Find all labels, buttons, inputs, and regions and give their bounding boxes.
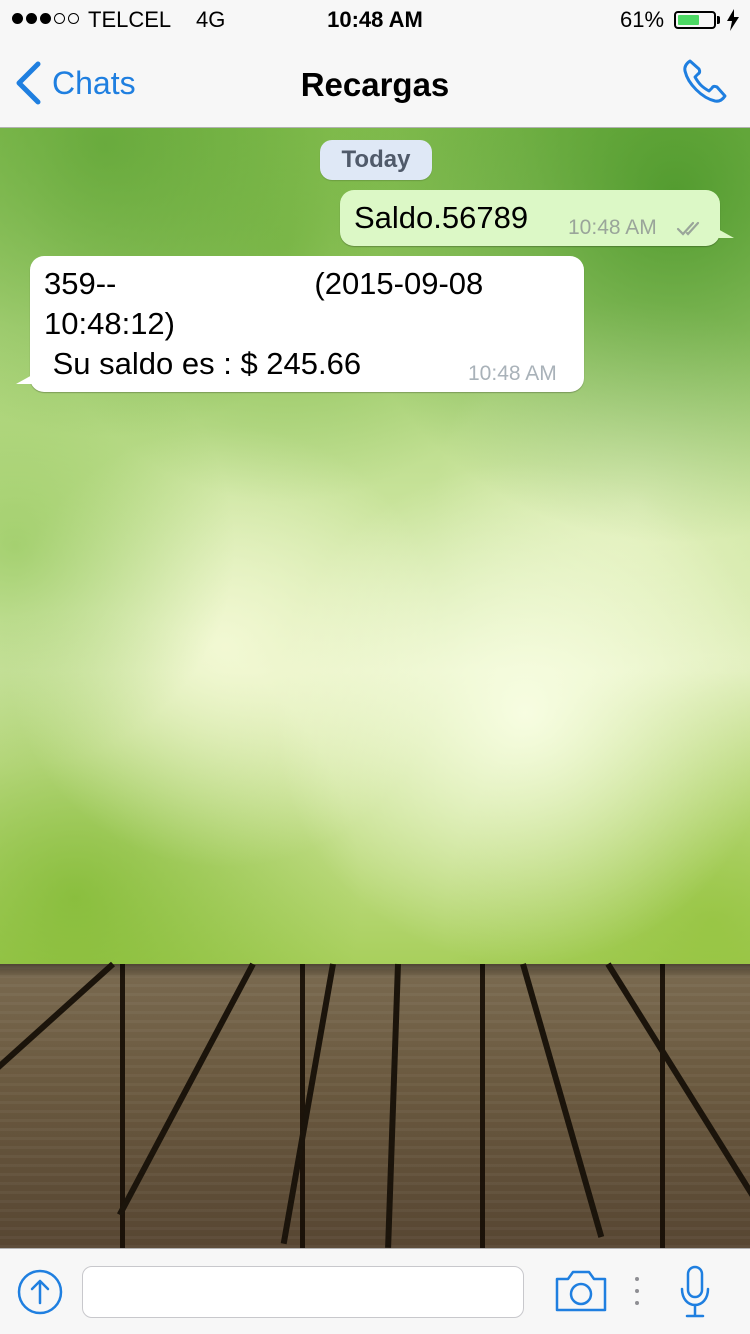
message-time: 10:48 AM	[568, 216, 657, 239]
message-text: Saldo.56789	[354, 200, 529, 235]
charging-bolt-icon	[727, 9, 739, 31]
plank-gap	[280, 963, 336, 1245]
battery-percentage: 61%	[620, 7, 665, 32]
camera-icon[interactable]	[554, 1269, 608, 1313]
battery-level-fill	[678, 15, 699, 25]
microphone-icon[interactable]	[678, 1265, 712, 1319]
share-icon[interactable]	[16, 1268, 64, 1316]
bubble-tail	[16, 374, 34, 384]
outgoing-message-bubble[interactable]: Saldo.56789 10:48 AM	[340, 190, 734, 246]
plank-gap	[605, 962, 750, 1207]
message-line-2: 10:48:12)	[44, 306, 175, 341]
message-line-3: Su saldo es : $ 245.66	[44, 346, 362, 381]
message-time: 10:48 AM	[468, 362, 557, 385]
plank-gap	[0, 961, 116, 1157]
battery-icon	[674, 11, 716, 29]
date-separator: Today	[320, 140, 432, 180]
navigation-bar: Chats Recargas	[0, 40, 750, 128]
plank-gap	[117, 962, 256, 1217]
redacted-area	[116, 270, 315, 301]
more-vertical-icon[interactable]	[632, 1273, 642, 1309]
chat-area[interactable]: Today Saldo.56789 10:48 AM 359-- (2015-09…	[0, 128, 750, 1248]
wallpaper-wooden-deck	[0, 961, 750, 1248]
bubble-tail	[716, 228, 734, 238]
message-text: 359-- (2015-09-08 10:48:12) Su saldo es :…	[44, 264, 483, 384]
message-line-1-suffix: (2015-09-08	[314, 266, 484, 301]
phone-icon[interactable]	[680, 56, 730, 106]
plank-gap	[385, 963, 401, 1248]
message-line-1-prefix: 359--	[44, 266, 117, 301]
status-bar: TELCEL 4G 10:48 AM 61%	[0, 0, 750, 40]
chat-title[interactable]: Recargas	[0, 66, 750, 104]
plank-gap	[520, 963, 605, 1238]
message-input[interactable]	[82, 1266, 524, 1318]
double-check-icon	[676, 221, 700, 236]
incoming-message-bubble[interactable]: 359-- (2015-09-08 10:48:12) Su saldo es :…	[16, 256, 584, 392]
battery-tip	[717, 16, 720, 24]
message-input-bar	[0, 1248, 750, 1334]
wallpaper-bokeh	[0, 128, 750, 964]
